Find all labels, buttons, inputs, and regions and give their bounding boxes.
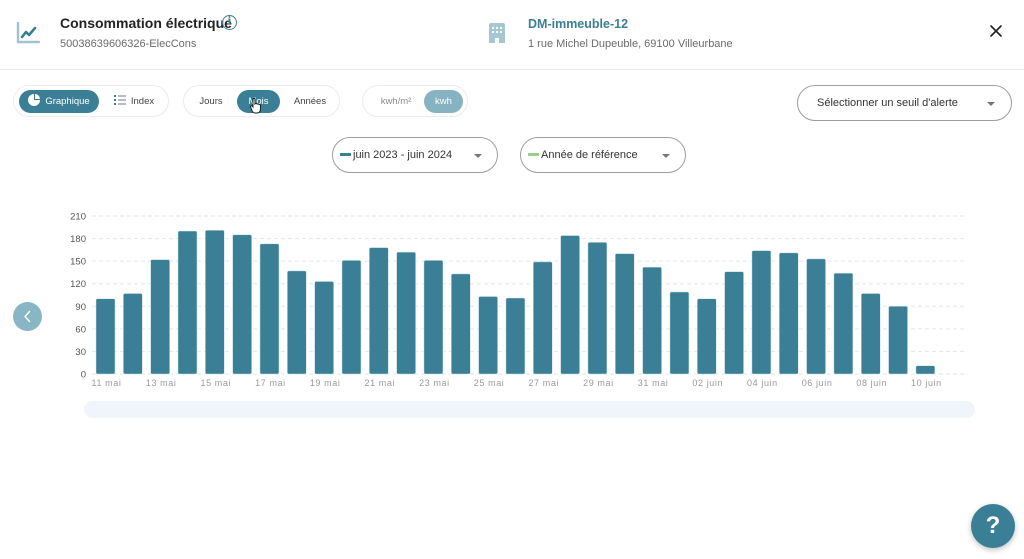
y-tick-label: 120 xyxy=(70,279,86,290)
bar[interactable] xyxy=(751,250,772,375)
bar[interactable] xyxy=(177,230,198,375)
bar[interactable] xyxy=(779,252,799,375)
x-tick-label: 17 mai xyxy=(255,378,286,388)
x-tick-label: 11 mai xyxy=(92,378,122,388)
x-tick-label: 31 mai xyxy=(638,378,669,388)
view-toggle: Graphique Index xyxy=(13,85,169,117)
bar[interactable] xyxy=(314,281,334,375)
x-tick-label: 08 juin xyxy=(856,378,887,388)
tab-kwh[interactable]: kwh xyxy=(424,90,463,113)
chevron-down-icon xyxy=(662,154,670,158)
reference-swatch xyxy=(528,152,539,156)
bar[interactable] xyxy=(259,243,280,375)
bar[interactable] xyxy=(95,298,116,375)
y-tick-label: 30 xyxy=(75,347,86,358)
bar[interactable] xyxy=(669,291,690,375)
bar[interactable] xyxy=(505,297,526,375)
tab-index-label: Index xyxy=(130,96,155,107)
list-icon xyxy=(113,95,126,106)
bar[interactable] xyxy=(697,298,717,375)
bar[interactable] xyxy=(533,261,553,375)
bar[interactable] xyxy=(915,365,936,375)
reference-select-label: Année de référence xyxy=(541,149,638,161)
tab-jours[interactable]: Jours xyxy=(192,90,230,113)
x-tick-label: 27 mai xyxy=(528,378,559,388)
bar[interactable] xyxy=(642,266,662,375)
chart-scrollbar[interactable] xyxy=(84,401,975,418)
hand-cursor-icon xyxy=(250,98,261,114)
series-swatch xyxy=(340,152,351,156)
line-chart-icon xyxy=(16,22,40,44)
x-tick-label: 02 juin xyxy=(692,378,723,388)
bar[interactable] xyxy=(123,293,143,375)
alert-threshold-placeholder: Sélectionner un seuil d'alerte xyxy=(817,97,958,109)
x-tick-label: 06 juin xyxy=(802,378,833,388)
y-tick-label: 180 xyxy=(70,234,86,245)
bar[interactable] xyxy=(833,272,854,375)
consumption-bar-chart: 0 30 60 90 120 150 180 210 11 mai 13 mai 15 mai 17… xyxy=(70,212,966,388)
tab-kwh-m2[interactable]: kwh/m² xyxy=(371,90,421,113)
bar[interactable] xyxy=(287,270,307,375)
tab-index[interactable]: Index xyxy=(109,90,159,113)
header: Consommation électrique i 50038639606326… xyxy=(0,0,1024,70)
bar[interactable] xyxy=(860,293,881,375)
bar[interactable] xyxy=(423,260,444,375)
building-icon xyxy=(489,23,505,43)
x-tick-label: 29 mai xyxy=(583,378,614,388)
bar[interactable] xyxy=(615,253,635,375)
building-address: 1 rue Michel Dupeuble, 69100 Villeurbane xyxy=(528,38,733,50)
bar[interactable] xyxy=(478,296,498,375)
x-tick-label: 25 mai xyxy=(474,378,505,388)
info-icon[interactable]: i xyxy=(222,15,237,30)
y-tick-label: 60 xyxy=(75,324,86,335)
bar[interactable] xyxy=(587,242,608,375)
pie-chart-icon xyxy=(28,94,41,107)
x-tick-label: 15 mai xyxy=(201,378,232,388)
close-icon[interactable] xyxy=(986,21,1006,41)
tab-annees[interactable]: Années xyxy=(287,90,333,113)
building-name[interactable]: DM-immeuble-12 xyxy=(528,17,628,31)
bar[interactable] xyxy=(888,306,908,375)
previous-period-button[interactable] xyxy=(13,302,42,331)
bar[interactable] xyxy=(369,247,389,375)
chevron-left-icon xyxy=(24,310,31,323)
reference-year-select[interactable]: Année de référence xyxy=(520,137,686,173)
tab-graphique[interactable]: Graphique xyxy=(19,90,99,113)
x-tick-label: 19 mai xyxy=(310,378,341,388)
bar[interactable] xyxy=(724,271,744,375)
x-tick-label: 21 mai xyxy=(364,378,395,388)
chevron-down-icon xyxy=(474,154,482,158)
bar[interactable] xyxy=(451,273,471,375)
y-tick-label: 0 xyxy=(81,370,86,381)
period-select-label: juin 2023 - juin 2024 xyxy=(353,149,453,161)
bar[interactable] xyxy=(205,230,225,375)
bar[interactable] xyxy=(560,235,580,375)
x-tick-label: 04 juin xyxy=(747,378,778,388)
x-tick-label: 13 mai xyxy=(146,378,177,388)
alert-threshold-select[interactable]: Sélectionner un seuil d'alerte xyxy=(797,85,1012,121)
bar[interactable] xyxy=(806,258,826,375)
tab-graphique-label: Graphique xyxy=(45,96,90,107)
meter-id: 50038639606326-ElecCons xyxy=(60,38,197,50)
y-tick-label: 90 xyxy=(75,302,86,313)
help-button[interactable]: ? xyxy=(971,504,1015,548)
bar[interactable] xyxy=(396,251,416,375)
period-select[interactable]: juin 2023 - juin 2024 xyxy=(332,137,498,173)
chevron-down-icon xyxy=(987,102,995,106)
y-tick-label: 150 xyxy=(70,257,86,268)
bar[interactable] xyxy=(150,259,170,375)
unit-toggle: kwh/m² kwh xyxy=(362,85,468,117)
page-title: Consommation électrique xyxy=(60,15,232,31)
bar[interactable] xyxy=(232,234,252,375)
x-tick-label: 23 mai xyxy=(419,378,450,388)
y-tick-label: 210 xyxy=(70,212,86,223)
x-tick-label: 10 juin xyxy=(911,378,942,388)
bar[interactable] xyxy=(341,260,362,375)
